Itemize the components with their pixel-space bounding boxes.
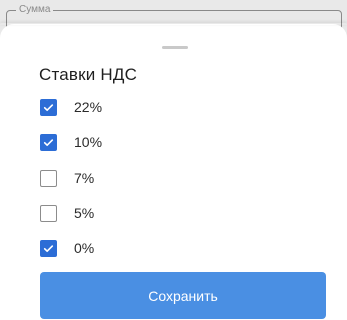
checkbox-checked-icon[interactable] [40,98,57,116]
vat-option-22[interactable]: 22% [40,96,300,118]
save-button[interactable]: Сохранить [40,272,326,319]
vat-option-0[interactable]: 0% [40,237,300,259]
vat-option-label: 5% [74,205,95,221]
vat-option-label: 0% [74,240,95,256]
vat-rates-bottom-sheet: Ставки НДС 22% 10% 7% 5% 0% Сохранить [0,24,347,320]
vat-option-label: 22% [74,99,103,115]
vat-option-5[interactable]: 5% [40,202,300,224]
vat-option-label: 7% [74,170,95,186]
vat-option-7[interactable]: 7% [40,167,300,189]
vat-option-label: 10% [74,134,103,150]
amount-field-label: Сумма [16,4,54,16]
checkbox-checked-icon[interactable] [40,239,57,257]
checkbox-unchecked-icon[interactable] [40,204,57,222]
checkbox-checked-icon[interactable] [40,133,57,151]
vat-option-10[interactable]: 10% [40,131,300,153]
sheet-title: Ставки НДС [39,65,138,84]
checkbox-unchecked-icon[interactable] [40,169,57,187]
sheet-drag-handle[interactable] [162,46,188,49]
